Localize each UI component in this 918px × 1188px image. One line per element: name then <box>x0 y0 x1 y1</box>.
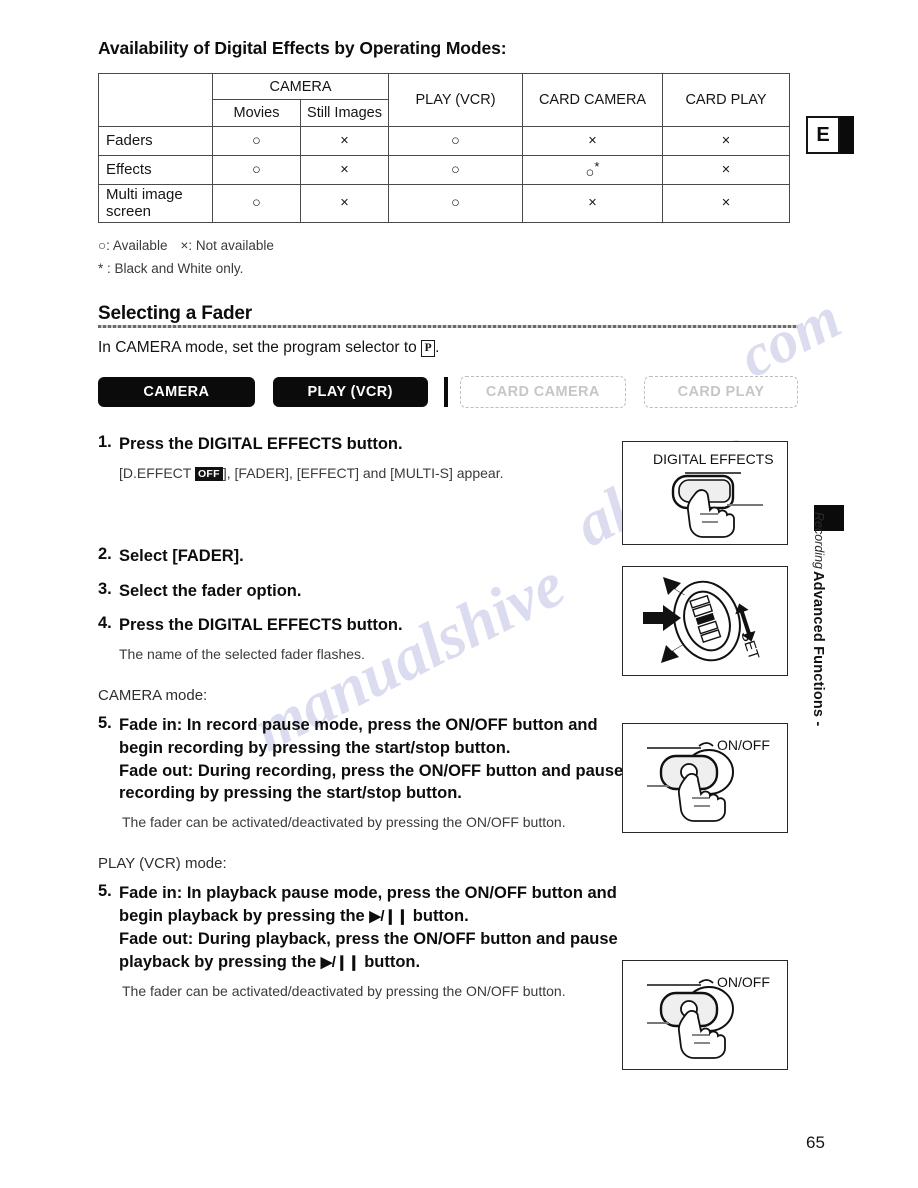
step-4-text: Press the DIGITAL EFFECTS button. <box>119 616 403 635</box>
chapter-label-main: Advanced Functions - <box>810 570 826 726</box>
arrow-down-icon <box>661 645 683 663</box>
step-5-play-fade-in: Fade in: In playback pause mode, press t… <box>119 882 631 928</box>
cell-multi-still: × <box>299 184 390 223</box>
program-selector-p-icon: P <box>421 340 436 358</box>
step-1-note-a: [D.EFFECT <box>119 465 192 482</box>
page-title: Availability of Digital Effects by Opera… <box>98 38 507 58</box>
cell-faders-cardplay: × <box>662 126 791 156</box>
chapter-label-sub: Recording <box>812 511 826 569</box>
fader-intro: In CAMERA mode, set the program selector… <box>98 339 798 358</box>
cell-multi-cardplay: × <box>662 184 791 223</box>
cell-effects-play: ○ <box>388 155 524 185</box>
digital-effects-diagram: DIGITAL EFFECTS <box>653 451 774 538</box>
header-card-camera: CARD CAMERA <box>522 73 664 127</box>
mode-badge-play-vcr: PLAY (VCR) <box>272 377 428 408</box>
legend-not-available: ×: Not available <box>180 238 274 253</box>
heading-underline <box>98 324 798 328</box>
step-2-number: 2. <box>98 544 112 563</box>
cell-multi-play: ○ <box>388 184 524 223</box>
cell-effects-movies: ○ <box>212 155 301 185</box>
mode-divider <box>443 377 448 408</box>
cell-effects-still: × <box>299 155 390 185</box>
availability-table: CAMERA PLAY (VCR) CARD CAMERA CARD PLAY … <box>98 73 791 223</box>
cell-multi-movies: ○ <box>212 184 301 223</box>
step-5-camera-fade-in: Fade in: In record pause mode, press the… <box>119 715 598 757</box>
table-row: Faders ○ × ○ × × <box>98 126 791 156</box>
digital-effects-label: DIGITAL EFFECTS <box>653 451 774 467</box>
cell-faders-play: ○ <box>388 126 524 156</box>
step-5-play-body: Fade in: In playback pause mode, press t… <box>119 882 631 974</box>
language-tab: E <box>806 116 840 154</box>
step-1-text: Press the DIGITAL EFFECTS button. <box>119 435 403 454</box>
onoff-label: ON/OFF <box>717 737 770 753</box>
fader-heading: Selecting a Fader <box>98 302 252 324</box>
table-row: Multi image screen ○ × ○ × × <box>98 184 791 223</box>
header-card-play: CARD PLAY <box>662 73 791 127</box>
step-3-text: Select the fader option. <box>119 581 302 600</box>
onoff-label: ON/OFF <box>717 974 770 990</box>
step-5-play-fade-in-a: Fade in: In playback pause mode, press t… <box>119 884 617 926</box>
cell-faders-still: × <box>299 126 390 156</box>
fader-heading-block: Selecting a Fader <box>98 302 798 328</box>
language-tab-bar <box>840 116 854 154</box>
manual-page: manualshive alshive . com Availability o… <box>0 0 918 1188</box>
illustration-set-dial: SET <box>622 566 788 676</box>
play-pause-icon: ▶/❙❙ <box>320 954 360 972</box>
cell-faders-cardcamera: × <box>522 126 664 156</box>
header-movies: Movies <box>212 99 301 127</box>
illustration-digital-effects-button: DIGITAL EFFECTS <box>622 441 788 545</box>
step-2: 2. Select [FADER]. <box>98 545 798 568</box>
row-label-faders: Faders <box>98 126 213 156</box>
step-4-number: 4. <box>98 614 112 633</box>
fader-intro-text: In CAMERA mode, set the program selector… <box>98 338 417 356</box>
header-play-vcr: PLAY (VCR) <box>388 73 524 127</box>
step-2-text: Select [FADER]. <box>119 546 244 565</box>
fader-intro-period: . <box>435 338 440 356</box>
step-5-play-fade-out-b: button. <box>364 953 421 972</box>
step-3-number: 3. <box>98 579 112 598</box>
step-5-play-number: 5. <box>98 882 112 901</box>
table-legend: ○: Available ×: Not available * : Black a… <box>98 235 798 281</box>
step-5-camera-fade-out: Fade out: During recording, press the ON… <box>119 761 624 803</box>
row-label-multi-image-screen: Multi image screen <box>98 184 213 223</box>
table-header-row-top: CAMERA PLAY (VCR) CARD CAMERA CARD PLAY <box>98 73 791 127</box>
illustration-onoff-button-play: ON/OFF <box>622 960 788 1070</box>
legend-line-1: ○: Available ×: Not available <box>98 235 798 258</box>
legend-line-2: * : Black and White only. <box>98 260 244 276</box>
header-still-images: Still Images <box>299 99 390 127</box>
mode-availability-bar: CAMERA PLAY (VCR) CARD CAMERA CARD PLAY <box>98 376 798 409</box>
mode-badge-camera: CAMERA <box>98 377 255 408</box>
step-5-play-fade-out: Fade out: During playback, press the ON/… <box>119 928 631 974</box>
play-mode-label: PLAY (VCR) mode: <box>98 855 227 873</box>
step-5-camera-number: 5. <box>98 713 112 732</box>
legend-available: ○: Available <box>98 238 168 253</box>
page-number: 65 <box>806 1133 825 1152</box>
mode-badge-card-play: CARD PLAY <box>644 376 798 409</box>
chapter-label: Advanced Functions - Recording <box>810 512 826 726</box>
step-5-play-fade-in-b: button. <box>412 907 469 926</box>
step-1-note-b: ], [FADER], [EFFECT] and [MULTI-S] appea… <box>222 465 504 482</box>
illustration-onoff-button-camera: ON/OFF <box>622 723 788 833</box>
row-label-effects: Effects <box>98 155 213 185</box>
table-row: Effects ○ × ○ ○* × <box>98 155 791 185</box>
cell-effects-cardcamera: ○* <box>522 155 664 185</box>
cell-faders-movies: ○ <box>212 126 301 156</box>
mode-badge-card-camera: CARD CAMERA <box>459 376 627 409</box>
d-effect-off-badge: OFF <box>194 467 223 482</box>
step-1-number: 1. <box>98 433 112 452</box>
set-dial-diagram: SET <box>643 577 762 663</box>
set-label: SET <box>737 629 762 662</box>
camera-mode-label: CAMERA mode: <box>98 686 208 704</box>
cell-effects-cardcamera-star: * <box>594 158 600 174</box>
header-camera: CAMERA <box>211 73 390 100</box>
cell-multi-cardcamera: × <box>522 184 664 223</box>
cell-effects-cardplay: × <box>662 155 791 185</box>
play-pause-icon: ▶/❙❙ <box>369 908 409 926</box>
onoff-diagram-play: ON/OFF <box>647 974 770 1059</box>
step-5-camera-body: Fade in: In record pause mode, press the… <box>119 714 631 806</box>
header-blank <box>98 73 213 127</box>
onoff-diagram-camera: ON/OFF <box>647 737 770 822</box>
